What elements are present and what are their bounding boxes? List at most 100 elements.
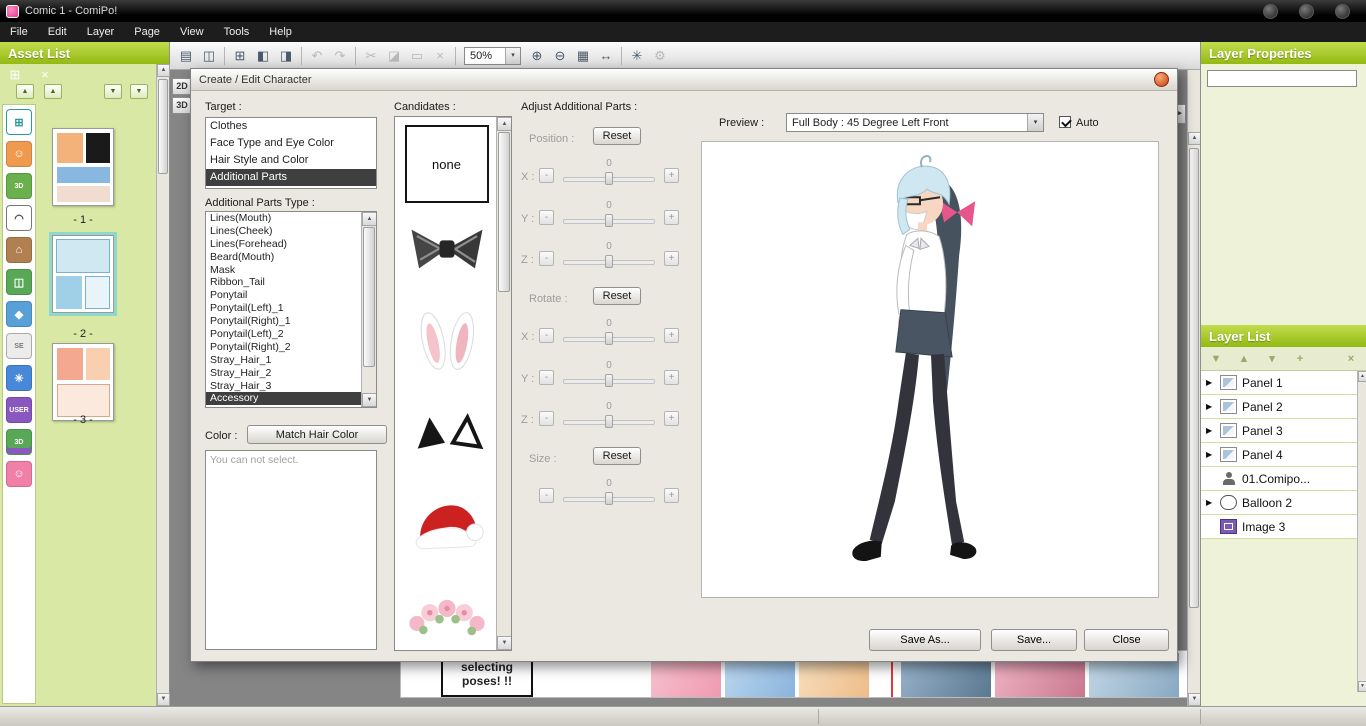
rotate-reset-button[interactable]: Reset	[593, 287, 641, 305]
page-thumbnail-2[interactable]	[52, 235, 114, 313]
mode-3d-button[interactable]: 3D	[172, 97, 192, 114]
scroll-thumb[interactable]	[158, 79, 168, 174]
page-thumbnail-1[interactable]	[52, 128, 114, 206]
scroll-down-icon[interactable]: ▼	[157, 693, 170, 706]
size-slider[interactable]	[563, 491, 655, 506]
scroll-thumb[interactable]	[1189, 148, 1199, 608]
parts-type-item[interactable]: Lines(Forehead)	[206, 238, 362, 251]
decrease-button[interactable]: -	[539, 168, 554, 183]
export-page-icon[interactable]: ◨	[275, 45, 297, 67]
scroll-up-icon[interactable]: ▲	[362, 212, 377, 226]
new-page-icon[interactable]: ⊞	[6, 67, 24, 83]
save-button[interactable]: Save...	[991, 629, 1077, 651]
asset-category-3d-character-icon[interactable]: 3D	[6, 173, 32, 199]
move-bottom-icon[interactable]: ▼	[130, 84, 148, 99]
scroll-up-icon[interactable]: ▲	[157, 64, 170, 77]
menu-edit[interactable]: Edit	[38, 22, 77, 42]
delete-page-icon[interactable]: ×	[36, 67, 54, 83]
mode-2d-button[interactable]: 2D	[172, 78, 192, 95]
decrease-button[interactable]: -	[539, 411, 554, 426]
chevron-down-icon[interactable]: ▾	[505, 48, 520, 64]
parts-type-item[interactable]: Lines(Cheek)	[206, 225, 362, 238]
match-hair-color-button[interactable]: Match Hair Color	[247, 425, 387, 444]
layer-properties-input[interactable]	[1207, 70, 1357, 87]
maximize-button[interactable]	[1299, 4, 1314, 19]
increase-button[interactable]: +	[664, 411, 679, 426]
menu-view[interactable]: View	[170, 22, 214, 42]
size-reset-button[interactable]: Reset	[593, 447, 641, 465]
move-top-icon[interactable]: ▲	[16, 84, 34, 99]
layer-merge-icon[interactable]: ▾	[1265, 352, 1279, 365]
parts-type-item[interactable]: Ribbon_Tail	[206, 276, 362, 289]
candidate-plaid-ribbon[interactable]	[395, 203, 498, 295]
effects-icon[interactable]: ✳	[626, 45, 648, 67]
parts-type-item[interactable]: Ponytail(Left)_2	[206, 328, 362, 341]
expand-arrow-icon[interactable]: ▶	[1206, 450, 1215, 459]
cut-icon[interactable]: ✂	[360, 45, 382, 67]
asset-category-background-icon[interactable]: ⌂	[6, 237, 32, 263]
scroll-up-icon[interactable]: ▲	[1188, 132, 1200, 145]
scroll-down-icon[interactable]: ▼	[1358, 681, 1366, 692]
target-item[interactable]: Clothes	[206, 118, 376, 135]
parts-type-item[interactable]: Beard(Mouth)	[206, 251, 362, 264]
asset-category-effect-star-icon[interactable]: ✳	[6, 365, 32, 391]
save-icon[interactable]: ◫	[198, 45, 220, 67]
zoom-select[interactable]: 50% ▾	[464, 47, 521, 65]
fit-page-icon[interactable]: ▦	[572, 45, 594, 67]
asset-category-character-icon[interactable]: ☺	[6, 141, 32, 167]
dialog-close-icon[interactable]	[1154, 72, 1169, 87]
preview-view-select[interactable]: Full Body : 45 Degree Left Front ▾	[786, 113, 1044, 132]
scroll-thumb[interactable]	[498, 132, 510, 292]
slider-thumb[interactable]	[605, 172, 613, 185]
parts-type-item[interactable]: Ponytail(Right)_1	[206, 315, 362, 328]
parts-type-item[interactable]: Mask	[206, 264, 362, 277]
dialog-title-bar[interactable]: Create / Edit Character	[191, 69, 1177, 91]
rotate-z-slider[interactable]	[563, 414, 655, 429]
menu-file[interactable]: File	[0, 22, 38, 42]
new-page-icon[interactable]: ⊞	[229, 45, 251, 67]
scroll-down-icon[interactable]: ▼	[497, 636, 512, 650]
close-button[interactable]	[1335, 4, 1350, 19]
page-thumbnail-3[interactable]	[52, 343, 114, 421]
layer-add-icon[interactable]: +	[1293, 353, 1307, 365]
rotate-x-slider[interactable]	[563, 331, 655, 346]
position-x-slider[interactable]	[563, 171, 655, 186]
paste-icon[interactable]: ▭	[406, 45, 428, 67]
layer-row-panel-4[interactable]: ▶ Panel 4	[1201, 443, 1358, 467]
position-y-slider[interactable]	[563, 213, 655, 228]
scroll-down-icon[interactable]: ▼	[1188, 693, 1200, 706]
scroll-down-icon[interactable]: ▼	[362, 393, 377, 407]
candidate-santa-hat[interactable]	[395, 479, 498, 571]
scroll-up-icon[interactable]: ▲	[1358, 371, 1366, 382]
layer-row-character[interactable]: ▶ 01.Comipo...	[1201, 467, 1358, 491]
scroll-thumb[interactable]	[363, 227, 375, 367]
move-down-icon[interactable]: ▼	[104, 84, 122, 99]
asset-list-scrollbar[interactable]: ▲ ▼	[156, 64, 169, 706]
asset-category-effect-drop-icon[interactable]: ◆	[6, 301, 32, 327]
candidate-flower-garland[interactable]	[395, 571, 498, 651]
asset-category-extra-character-icon[interactable]: ☺	[6, 461, 32, 487]
menu-page[interactable]: Page	[124, 22, 170, 42]
candidate-rabbit-ears[interactable]	[395, 295, 498, 387]
position-reset-button[interactable]: Reset	[593, 127, 641, 145]
parts-type-item[interactable]: Stray_Hair_1	[206, 354, 362, 367]
parts-type-item[interactable]: Stray_Hair_3	[206, 380, 362, 393]
auto-checkbox[interactable]	[1059, 116, 1071, 128]
layer-row-image[interactable]: ▶ Image 3	[1201, 515, 1358, 539]
target-item[interactable]: Face Type and Eye Color	[206, 135, 376, 152]
scroll-up-icon[interactable]: ▲	[497, 117, 512, 131]
slider-thumb[interactable]	[605, 332, 613, 345]
menu-tools[interactable]: Tools	[214, 22, 260, 42]
decrease-button[interactable]: -	[539, 328, 554, 343]
decrease-button[interactable]: -	[539, 370, 554, 385]
layer-row-panel-2[interactable]: ▶ Panel 2	[1201, 395, 1358, 419]
slider-thumb[interactable]	[605, 255, 613, 268]
increase-button[interactable]: +	[664, 488, 679, 503]
duplicate-page-icon[interactable]: ◧	[252, 45, 274, 67]
zoom-out-icon[interactable]: ⊖	[549, 45, 571, 67]
redo-icon[interactable]: ↷	[329, 45, 351, 67]
layer-trash-icon[interactable]: ×	[1344, 353, 1358, 365]
layer-row-panel-1[interactable]: ▶ Panel 1	[1201, 371, 1358, 395]
asset-category-3d-item-icon[interactable]: ◫	[6, 269, 32, 295]
increase-button[interactable]: +	[664, 168, 679, 183]
